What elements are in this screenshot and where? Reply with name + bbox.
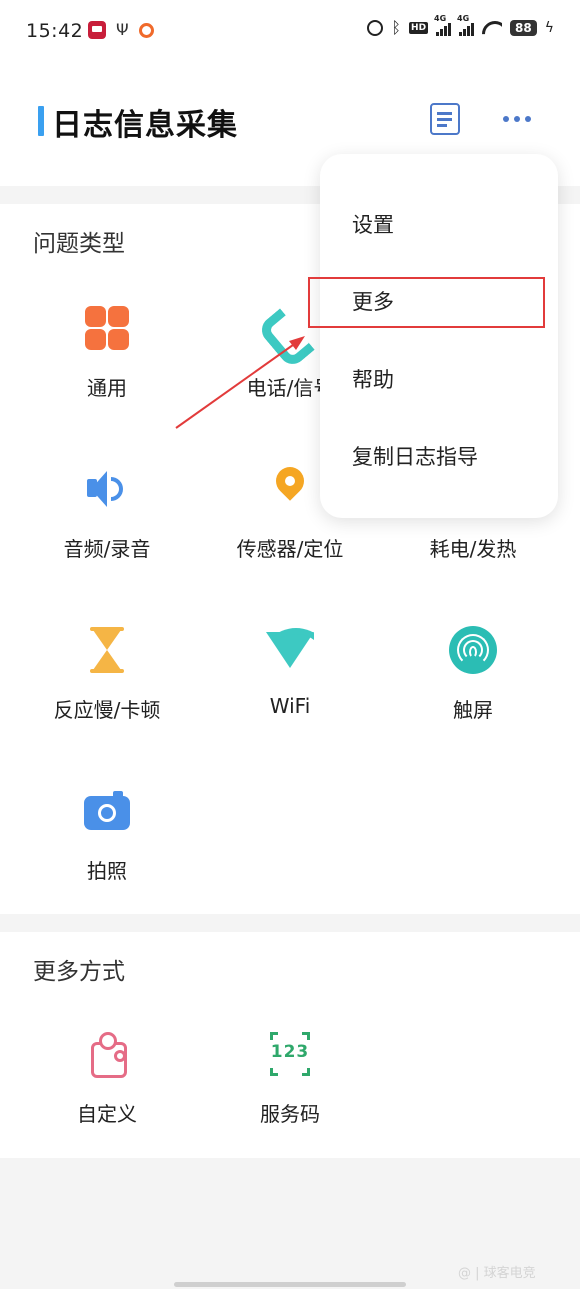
signal-icon-2: 4G xyxy=(457,14,475,36)
signal-icon: 4G xyxy=(434,14,452,36)
menu-item-help[interactable]: 帮助 xyxy=(352,364,394,394)
grid-item-camera[interactable]: 拍照 xyxy=(17,787,197,884)
grid-icon xyxy=(83,304,131,352)
grid-item-label: 通用 xyxy=(87,376,127,400)
service-code-icon: 123 xyxy=(266,1030,314,1078)
ring-notification-icon xyxy=(138,22,154,38)
grid-item-label: 反应慢/卡顿 xyxy=(53,698,161,722)
status-time: 15:42 xyxy=(26,20,84,42)
phone-icon xyxy=(266,304,314,352)
fingerprint-icon xyxy=(449,626,497,674)
status-notification-icons: Ψ xyxy=(88,21,154,39)
grid-item-label: 自定义 xyxy=(77,1102,137,1126)
section-title-problem-type: 问题类型 xyxy=(33,231,125,257)
grid-item-label: 音频/录音 xyxy=(63,537,151,561)
status-system-icons: ᛒ HD 4G 4G 88 ϟ xyxy=(367,14,554,37)
usb-icon: Ψ xyxy=(116,20,129,39)
status-bar: 15:42 Ψ ᛒ HD 4G 4G 88 ϟ xyxy=(0,0,580,62)
grid-item-service-code[interactable]: 123 服务码 xyxy=(200,1030,380,1127)
alarm-icon xyxy=(367,20,384,36)
document-list-icon[interactable] xyxy=(430,103,460,135)
section-title-more-methods: 更多方式 xyxy=(33,959,125,985)
app-notification-icon xyxy=(88,21,106,39)
grid-item-general[interactable]: 通用 xyxy=(17,304,197,401)
menu-item-copy-log-guide[interactable]: 复制日志指导 xyxy=(352,441,478,471)
grid-item-label: 耗电/发热 xyxy=(429,537,517,561)
grid-item-label: 拍照 xyxy=(87,859,127,883)
grid-item-touch[interactable]: 触屏 xyxy=(383,626,563,723)
puzzle-icon xyxy=(83,1030,131,1078)
watermark: @ | 球客电竞 xyxy=(458,1266,536,1281)
location-pin-icon xyxy=(266,465,314,513)
grid-item-label: 服务码 xyxy=(260,1102,320,1126)
charging-icon: ϟ xyxy=(544,20,554,36)
camera-icon xyxy=(83,787,131,835)
bluetooth-icon: ᛒ xyxy=(391,18,402,37)
grid-item-wifi[interactable]: WiFi xyxy=(200,626,380,718)
more-dots-icon[interactable] xyxy=(503,116,531,122)
speaker-icon xyxy=(83,465,131,513)
wifi-status-icon xyxy=(482,21,502,35)
grid-item-audio[interactable]: 音频/录音 xyxy=(17,465,197,562)
overflow-menu: 设置 更多 帮助 复制日志指导 xyxy=(320,154,558,518)
battery-icon: 88 xyxy=(510,20,537,36)
home-indicator[interactable] xyxy=(174,1282,406,1287)
wifi-icon xyxy=(266,626,314,674)
hd-icon: HD xyxy=(409,22,429,34)
grid-item-slow[interactable]: 反应慢/卡顿 xyxy=(17,626,197,723)
hourglass-icon xyxy=(83,626,131,674)
grid-item-custom[interactable]: 自定义 xyxy=(17,1030,197,1127)
grid-item-label: 传感器/定位 xyxy=(236,537,344,561)
page-title: 日志信息采集 xyxy=(52,108,238,143)
title-accent-bar xyxy=(38,106,44,136)
menu-item-settings[interactable]: 设置 xyxy=(352,209,394,239)
highlight-box xyxy=(308,277,545,328)
more-methods-section: 更多方式 自定义 123 服务码 xyxy=(0,932,580,1158)
grid-item-label: WiFi xyxy=(269,694,311,718)
grid-item-label: 触屏 xyxy=(453,698,493,722)
